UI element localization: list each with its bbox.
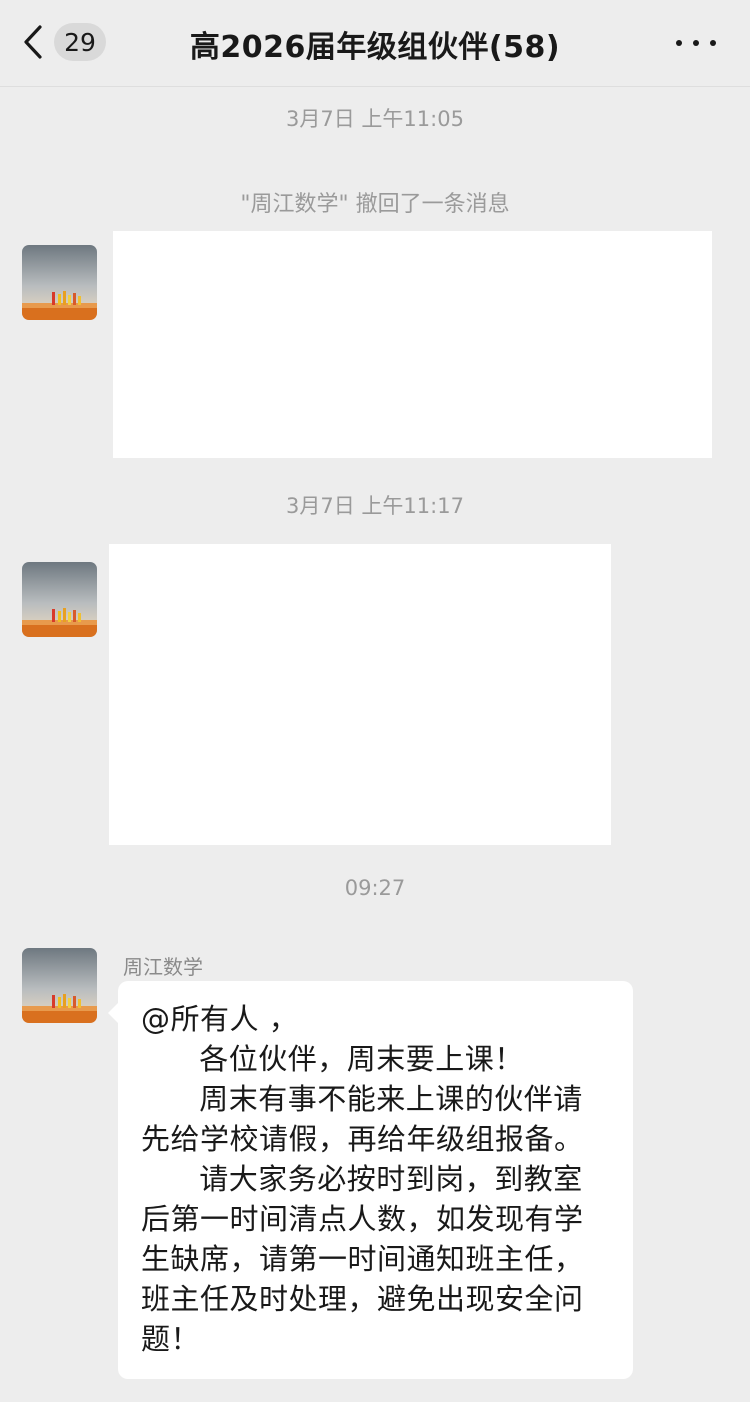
sender-name: 周江数学	[123, 955, 203, 979]
avatar-image	[22, 245, 97, 320]
dot	[710, 40, 716, 46]
avatar-image	[22, 948, 97, 1023]
message-line: 先给学校请假，再给年级组报备。	[141, 1122, 584, 1156]
image-message[interactable]	[109, 544, 611, 845]
message-line: 后第一时间清点人数，如发现有学	[141, 1202, 584, 1236]
text-message[interactable]: @所有人 ， 各位伙伴，周末要上课！ 周末有事不能来上课的伙伴请 先给学校请假，…	[108, 981, 633, 1379]
image-message[interactable]	[113, 231, 712, 458]
timestamp: 3月7日 上午11:05	[286, 107, 464, 131]
message-line: @所有人 ，	[141, 1002, 299, 1036]
message-line: 题！	[141, 1322, 201, 1356]
chat-title: 高2026届年级组伙伴(58)	[189, 30, 561, 65]
message-line: 各位伙伴，周末要上课！	[141, 1042, 524, 1076]
dot	[676, 40, 682, 46]
chevron-left-icon	[24, 25, 42, 59]
recall-notice: "周江数学" 撤回了一条消息	[240, 192, 510, 217]
avatar[interactable]	[22, 562, 97, 637]
more-dots-icon[interactable]	[676, 28, 716, 58]
dot	[693, 40, 699, 46]
chat-header: 29 高2026届年级组伙伴(58)	[0, 0, 750, 87]
message-line: 周末有事不能来上课的伙伴请	[141, 1082, 583, 1116]
message-line: 生缺席，请第一时间通知班主任，	[141, 1242, 584, 1276]
timestamp: 3月7日 上午11:17	[286, 494, 464, 518]
message-line: 请大家务必按时到岗，到教室	[141, 1162, 583, 1196]
avatar[interactable]	[22, 948, 97, 1023]
unread-count-badge: 29	[54, 23, 106, 61]
back-button[interactable]: 29	[22, 20, 118, 64]
message-line: 班主任及时处理，避免出现安全问	[141, 1282, 584, 1316]
timestamp: 09:27	[344, 876, 406, 900]
avatar-image	[22, 562, 97, 637]
avatar[interactable]	[22, 245, 97, 320]
